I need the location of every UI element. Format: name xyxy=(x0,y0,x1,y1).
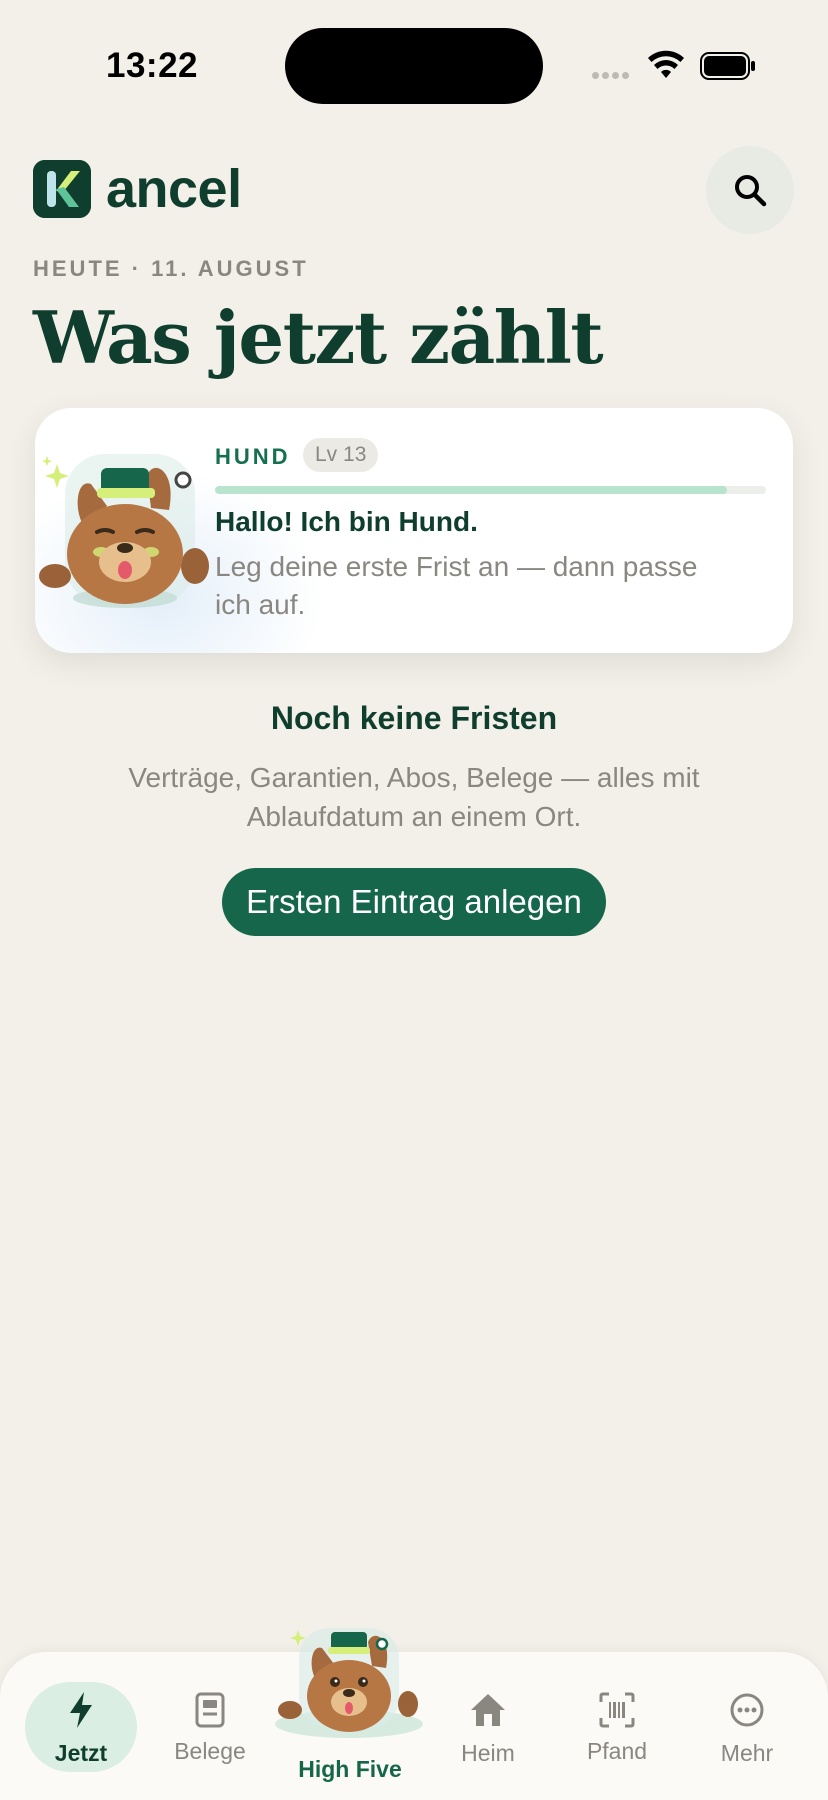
home-icon xyxy=(471,1694,505,1726)
tab-belege[interactable]: Belege xyxy=(160,1652,260,1772)
mascot-name: HUND xyxy=(215,444,291,469)
tab-mehr[interactable]: Mehr xyxy=(700,1652,794,1772)
battery-icon xyxy=(700,52,755,80)
tab-heim-label: Heim xyxy=(461,1740,515,1766)
date-label: HEUTE · 11. AUGUST xyxy=(33,256,309,281)
tab-high-five[interactable] xyxy=(272,1620,426,1740)
page-title: Was jetzt zählt xyxy=(33,295,604,380)
tab-heim[interactable]: Heim xyxy=(440,1652,536,1772)
receipt-icon xyxy=(195,1692,225,1728)
tab-jetzt[interactable]: Jetzt xyxy=(25,1652,137,1772)
empty-state-title: Noch keine Fristen xyxy=(270,700,558,736)
tab-high-five-label: High Five xyxy=(298,1756,402,1782)
search-button[interactable] xyxy=(706,146,794,234)
xp-progress-fill xyxy=(215,486,728,494)
create-first-entry-button[interactable]: Ersten Eintrag anlegen xyxy=(222,868,606,936)
status-time: 13:22 xyxy=(106,46,199,85)
tab-jetzt-label: Jetzt xyxy=(54,1740,108,1766)
status-bar: 13:22 xyxy=(0,0,828,130)
tab-pfand[interactable]: Pfand xyxy=(570,1652,664,1772)
mascot-message: Leg deine erste Frist an — dann passe ic… xyxy=(215,551,698,620)
level-badge: Lv 13 xyxy=(303,438,379,472)
cellular-signal-icon xyxy=(592,72,629,79)
bolt-icon xyxy=(70,1692,92,1728)
wifi-icon xyxy=(648,50,684,78)
xp-progress-bar xyxy=(215,486,766,494)
dynamic-island xyxy=(285,28,543,104)
dog-mascot-icon xyxy=(39,454,209,608)
empty-state-description: Verträge, Garantien, Abos, Belege — alle… xyxy=(128,762,700,832)
tab-mehr-label: Mehr xyxy=(720,1740,774,1766)
app-logo-text: ancel xyxy=(106,159,242,219)
tab-pfand-label: Pfand xyxy=(586,1738,648,1764)
mascot-greeting: Hallo! Ich bin Hund. xyxy=(215,506,478,537)
mascot-card[interactable]: HUND Lv 13 Hallo! Ich bin Hund. Leg dein… xyxy=(35,408,793,653)
barcode-scan-icon xyxy=(599,1692,635,1728)
app-logo-icon xyxy=(33,160,91,218)
more-icon xyxy=(730,1693,764,1727)
search-icon xyxy=(735,175,767,207)
tab-belege-label: Belege xyxy=(174,1738,246,1764)
